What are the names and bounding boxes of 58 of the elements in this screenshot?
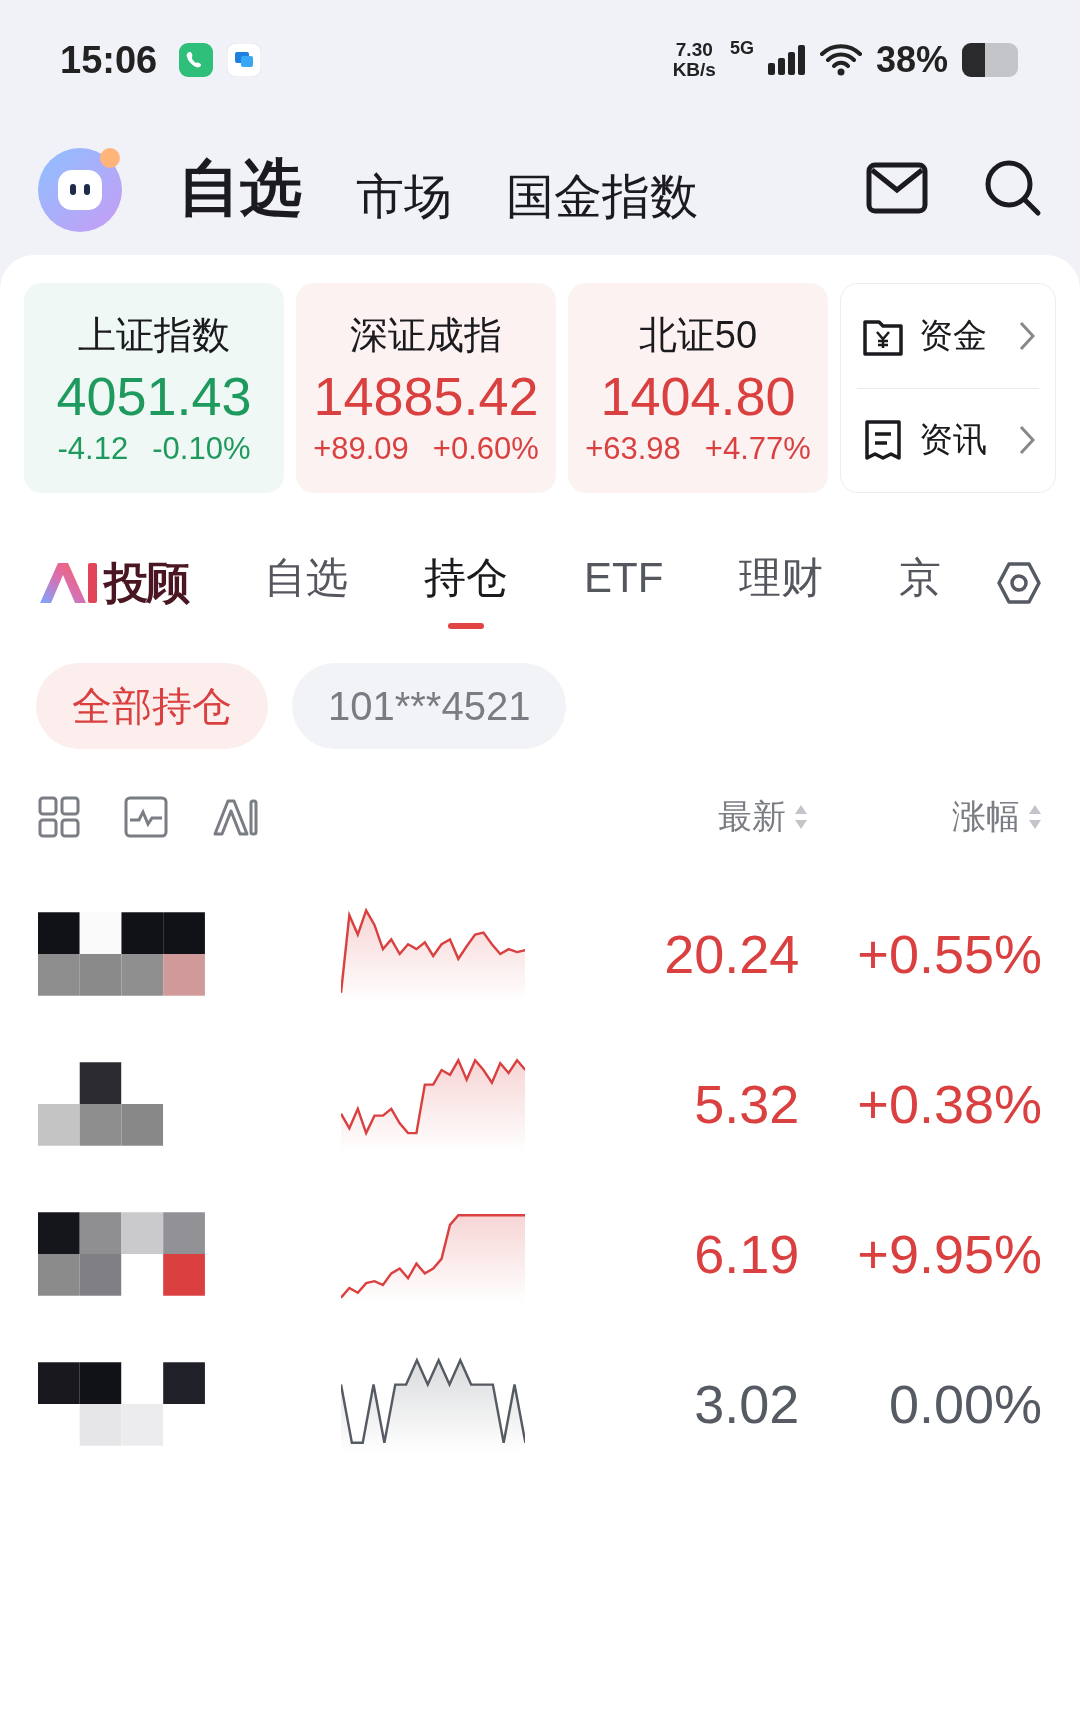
index-percent: +0.60% bbox=[432, 430, 539, 467]
chat-app-icon bbox=[227, 43, 262, 77]
index-value: 14885.42 bbox=[313, 364, 539, 427]
network-type: 5G bbox=[729, 38, 754, 59]
grid-view-icon[interactable] bbox=[38, 796, 80, 838]
index-name: 深证成指 bbox=[350, 312, 502, 358]
chart-view-icon[interactable] bbox=[124, 796, 168, 838]
chevron-right-icon bbox=[1019, 320, 1035, 351]
wifi-icon bbox=[819, 43, 862, 77]
index-percent: +4.77% bbox=[704, 430, 811, 467]
latest-price: 6.19 bbox=[693, 1223, 800, 1285]
chevron-right-icon bbox=[1019, 425, 1035, 456]
section-tab[interactable]: 理财 bbox=[739, 537, 824, 629]
sort-icon bbox=[794, 803, 808, 831]
header-tab[interactable]: 自选 bbox=[178, 145, 302, 230]
latest-price: 20.24 bbox=[663, 923, 800, 985]
ai-icon[interactable] bbox=[212, 797, 260, 837]
section-tab[interactable]: 自选 bbox=[264, 537, 348, 629]
index-percent: -0.10% bbox=[152, 430, 251, 467]
column-header[interactable]: 涨幅 bbox=[952, 794, 1042, 840]
index-card[interactable]: 北证50 1404.80 +63.98 +4.77% bbox=[568, 283, 828, 493]
battery-percent: 38% bbox=[875, 39, 948, 81]
sort-icon bbox=[1028, 803, 1042, 831]
latest-price: 3.02 bbox=[693, 1373, 800, 1435]
price-change: +0.38% bbox=[856, 1073, 1042, 1135]
index-card[interactable]: 上证指数 4051.43 -4.12 -0.10% bbox=[24, 283, 284, 493]
index-name: 上证指数 bbox=[78, 312, 230, 358]
speed-unit: KB/s bbox=[672, 60, 716, 80]
signal-icon bbox=[767, 45, 806, 75]
settings-icon[interactable] bbox=[996, 560, 1042, 606]
header-tab[interactable]: 国金指数 bbox=[506, 165, 698, 229]
latest-price: 5.32 bbox=[693, 1073, 800, 1135]
brand-name: 投顾 bbox=[104, 556, 188, 609]
shortcut-link[interactable]: 资金 bbox=[857, 284, 1039, 389]
column-header[interactable]: 最新 bbox=[718, 794, 808, 840]
clock-time: 15:06 bbox=[60, 38, 158, 82]
index-value: 4051.43 bbox=[56, 364, 252, 427]
price-change: +9.95% bbox=[856, 1223, 1042, 1285]
shortcut-link[interactable]: 资讯 bbox=[857, 388, 1039, 492]
phone-app-icon bbox=[179, 43, 214, 77]
account-chip[interactable]: 全部持仓 bbox=[36, 663, 268, 749]
index-name: 北证50 bbox=[638, 312, 758, 358]
header-tab[interactable]: 市场 bbox=[356, 165, 452, 229]
section-tab[interactable]: 京 bbox=[899, 537, 942, 629]
index-change: +63.98 bbox=[585, 430, 681, 467]
account-chip[interactable]: 101***4521 bbox=[292, 663, 567, 749]
section-tab[interactable]: 持仓 bbox=[424, 537, 508, 629]
mail-icon[interactable] bbox=[866, 161, 928, 214]
search-icon[interactable] bbox=[984, 158, 1042, 217]
price-change: 0.00% bbox=[887, 1373, 1042, 1435]
index-card[interactable]: 深证成指 14885.42 +89.09 +0.60% bbox=[296, 283, 556, 493]
index-change: -4.12 bbox=[57, 430, 129, 467]
price-change: +0.55% bbox=[856, 923, 1042, 985]
index-value: 1404.80 bbox=[600, 364, 796, 427]
ai-logo-icon bbox=[38, 561, 100, 605]
index-change: +89.09 bbox=[313, 430, 409, 467]
network-speed: 7.30 bbox=[675, 40, 713, 60]
section-tab[interactable]: ETF bbox=[584, 537, 664, 629]
